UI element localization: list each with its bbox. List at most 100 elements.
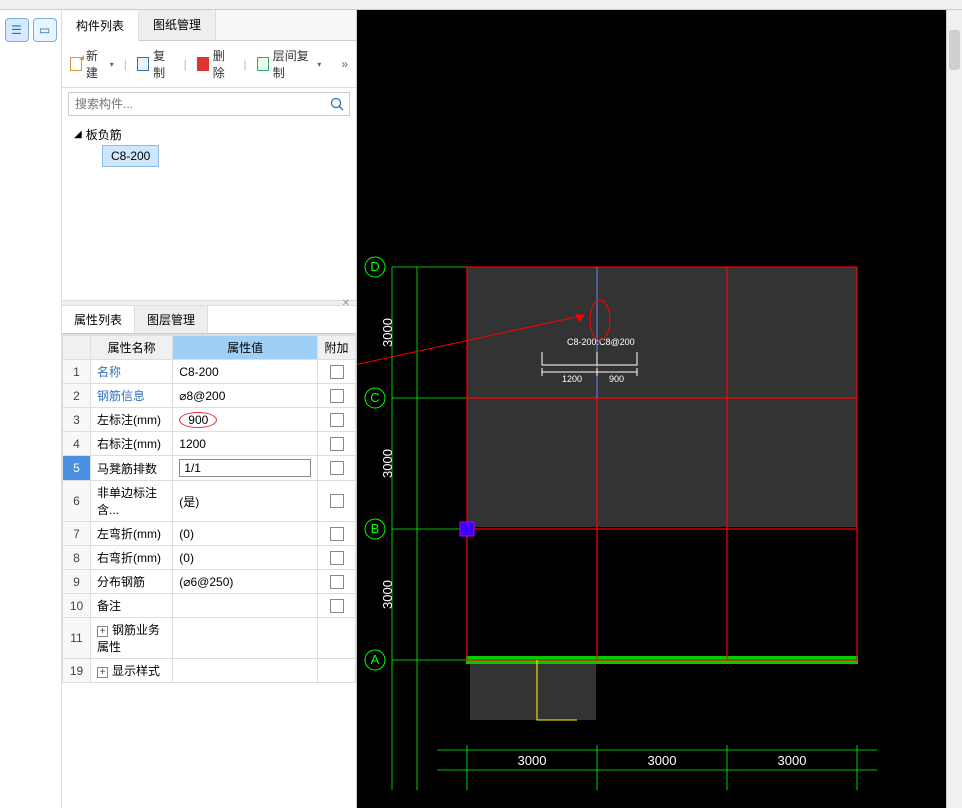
view-panel-icon[interactable]: ▭ [33,18,57,42]
splitter[interactable]: ✕ [62,300,356,306]
search-row [68,92,350,116]
table-row[interactable]: 19+显示样式 [63,659,356,683]
svg-text:3000: 3000 [778,753,807,768]
checkbox[interactable] [330,575,344,589]
table-row[interactable]: 3左标注(mm)900 [63,408,356,432]
floor-copy-button[interactable]: 层间复制 ▾ [257,47,322,81]
table-row[interactable]: 2钢筋信息⌀8@200 [63,384,356,408]
prop-value[interactable] [173,456,318,481]
drawing-canvas[interactable]: DCBA [357,10,962,808]
prop-extra[interactable] [318,481,356,522]
copy-button[interactable]: 复制 [137,47,174,81]
rebar-label: C8-200:C8@200 [567,337,635,347]
prop-extra[interactable] [318,456,356,481]
svg-text:D: D [370,259,379,274]
layer-icon [257,57,269,71]
tab-drawings[interactable]: 图纸管理 [139,10,216,40]
row-number: 10 [63,594,91,618]
prop-extra[interactable] [318,408,356,432]
prop-value[interactable]: (0) [173,546,318,570]
prop-name: 右弯折(mm) [91,546,173,570]
row-number: 2 [63,384,91,408]
row-number: 8 [63,546,91,570]
prop-extra[interactable] [318,618,356,659]
prop-value[interactable]: 900 [173,408,318,432]
property-grid: 属性名称 属性值 附加 1名称C8-2002钢筋信息⌀8@2003左标注(mm)… [62,334,356,808]
tree-root-label: 板负筋 [86,126,122,143]
prop-value[interactable] [173,659,318,683]
checkbox[interactable] [330,527,344,541]
expand-icon[interactable]: + [97,626,108,637]
row-number: 5 [63,456,91,481]
prop-name: +显示样式 [91,659,173,683]
prop-extra[interactable] [318,570,356,594]
row-number: 19 [63,659,91,683]
prop-value[interactable]: ⌀8@200 [173,384,318,408]
prop-value[interactable]: (⌀6@250) [173,570,318,594]
row-number: 9 [63,570,91,594]
property-tabs: 属性列表 图层管理 [62,306,356,334]
more-icon[interactable]: » [341,57,348,71]
checkbox[interactable] [330,389,344,403]
prop-value[interactable] [173,618,318,659]
svg-text:3000: 3000 [380,318,395,347]
row-number: 11 [63,618,91,659]
view-list-icon[interactable]: ☰ [5,18,29,42]
checkbox[interactable] [330,494,344,508]
tab-layer-mgmt[interactable]: 图层管理 [135,306,208,333]
prop-name: 名称 [91,360,173,384]
tree-root[interactable]: ◢ 板负筋 [74,124,350,145]
prop-name: 分布钢筋 [91,570,173,594]
checkbox[interactable] [330,551,344,565]
search-icon[interactable] [325,93,349,115]
checkbox[interactable] [330,413,344,427]
prop-extra[interactable] [318,546,356,570]
new-label: 新建 [86,47,106,81]
search-input[interactable] [69,93,325,115]
tab-property-list[interactable]: 属性列表 [62,306,135,333]
prop-value-input[interactable] [179,459,311,477]
checkbox[interactable] [330,365,344,379]
svg-text:3000: 3000 [380,449,395,478]
prop-extra[interactable] [318,594,356,618]
scrollbar-vertical[interactable] [946,10,962,808]
scrollbar-thumb[interactable] [949,30,960,70]
prop-value[interactable] [173,594,318,618]
left-tabs: 构件列表 图纸管理 [62,10,356,41]
prop-value[interactable]: (0) [173,522,318,546]
table-row[interactable]: 11+钢筋业务属性 [63,618,356,659]
svg-text:3000: 3000 [380,580,395,609]
checkbox[interactable] [330,437,344,451]
prop-extra[interactable] [318,384,356,408]
table-row[interactable]: 5马凳筋排数 [63,456,356,481]
prop-name: 马凳筋排数 [91,456,173,481]
prop-value[interactable]: 1200 [173,432,318,456]
expand-icon[interactable]: + [97,667,108,678]
prop-value[interactable]: C8-200 [173,360,318,384]
chevron-down-icon: ▾ [317,60,321,69]
checkbox[interactable] [330,599,344,613]
table-row[interactable]: 1名称C8-200 [63,360,356,384]
table-row[interactable]: 10备注 [63,594,356,618]
table-row[interactable]: 6非单边标注含...(是) [63,481,356,522]
chevron-down-icon: ▾ [110,60,114,69]
table-row[interactable]: 8右弯折(mm)(0) [63,546,356,570]
new-button[interactable]: 新建 ▾ [70,47,114,81]
prop-extra[interactable] [318,522,356,546]
table-row[interactable]: 4右标注(mm)1200 [63,432,356,456]
top-ribbon [0,0,962,10]
table-row[interactable]: 9分布钢筋(⌀6@250) [63,570,356,594]
checkbox[interactable] [330,461,344,475]
tab-components[interactable]: 构件列表 [62,11,139,41]
new-icon [70,57,82,71]
prop-value[interactable]: (是) [173,481,318,522]
table-row[interactable]: 7左弯折(mm)(0) [63,522,356,546]
close-icon[interactable]: ✕ [342,298,350,309]
tree-child-selected[interactable]: C8-200 [102,145,159,167]
prop-name: +钢筋业务属性 [91,618,173,659]
prop-extra[interactable] [318,659,356,683]
col-extra: 附加 [318,336,356,360]
prop-extra[interactable] [318,432,356,456]
delete-button[interactable]: 删除 [197,47,234,81]
prop-extra[interactable] [318,360,356,384]
